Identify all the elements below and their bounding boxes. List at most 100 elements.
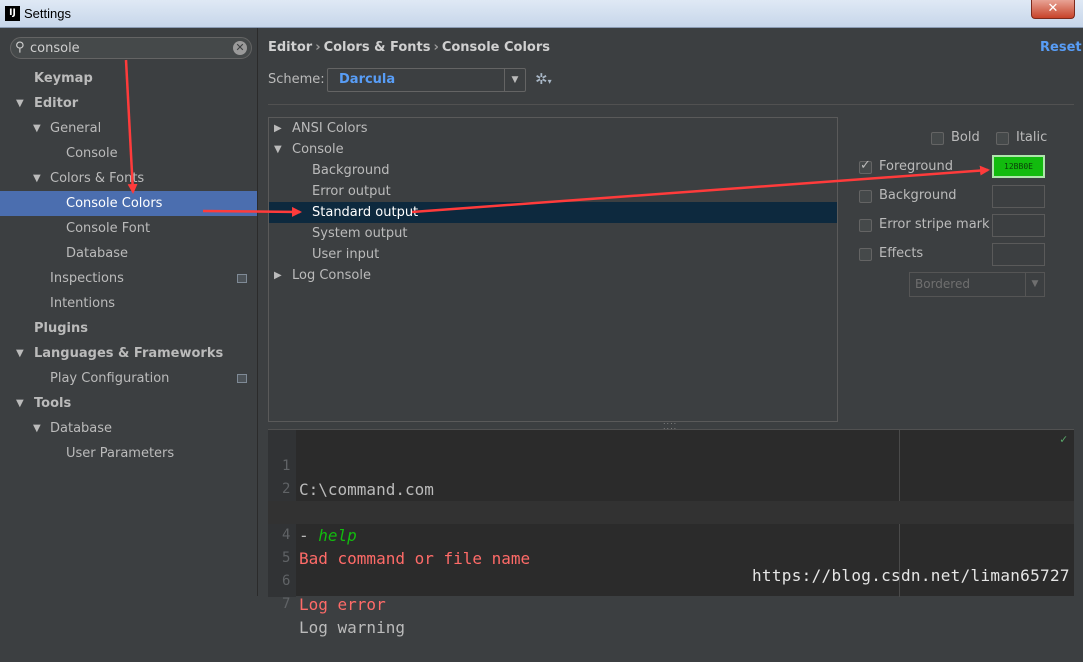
- gear-icon[interactable]: ✲▾: [535, 70, 552, 88]
- search-icon: ⚲: [15, 40, 25, 55]
- chevron-down-icon[interactable]: ▼: [1025, 273, 1044, 296]
- line-number: 7: [282, 596, 291, 612]
- tree-item-languages-frameworks[interactable]: ▼ Languages & Frameworks: [0, 341, 257, 366]
- error-stripe-label: Error stripe mark: [879, 217, 990, 232]
- tree-item-keymap[interactable]: Keymap: [0, 66, 257, 91]
- expand-arrow-icon[interactable]: ▼: [33, 416, 41, 441]
- code-line: 3 - help: [268, 478, 1074, 545]
- tree-item-label: Keymap: [34, 71, 93, 86]
- tree-item-label: Inspections: [50, 271, 124, 286]
- header-divider: [268, 104, 1074, 105]
- italic-checkbox[interactable]: [996, 132, 1009, 145]
- tree-item-label: General: [50, 121, 102, 136]
- option-console[interactable]: ▼ Console: [269, 139, 837, 160]
- tree-item-label: Plugins: [34, 321, 88, 336]
- option-label: Log Console: [292, 268, 371, 283]
- code-text: Log warning: [299, 618, 405, 637]
- breadcrumb-colors-fonts: Colors & Fonts: [323, 40, 431, 55]
- scheme-label: Scheme:: [268, 72, 325, 87]
- tree-item-label: Tools: [34, 396, 72, 411]
- option-system-output[interactable]: System output: [269, 223, 837, 244]
- expand-arrow-icon[interactable]: ▼: [33, 116, 41, 141]
- option-label: Console: [292, 142, 344, 157]
- italic-label: Italic: [1016, 130, 1048, 145]
- clear-search-icon[interactable]: ✕: [233, 41, 247, 55]
- tree-item-plugins[interactable]: Plugins: [0, 316, 257, 341]
- bold-label: Bold: [951, 130, 980, 145]
- option-log-console[interactable]: ▶ Log Console: [269, 265, 837, 286]
- code-line-current: 4 Bad command or file name: [268, 501, 1074, 568]
- expand-arrow-icon[interactable]: ▼: [16, 341, 24, 366]
- option-user-input[interactable]: User input: [269, 244, 837, 265]
- intellij-app-icon: IJ: [5, 6, 20, 21]
- bold-checkbox[interactable]: [931, 132, 944, 145]
- reset-link[interactable]: Reset: [1040, 40, 1082, 55]
- option-label: Standard output: [312, 205, 419, 220]
- tree-item-label: Database: [50, 421, 113, 436]
- tree-item-console[interactable]: Console: [0, 141, 257, 166]
- effects-type-select[interactable]: Bordered ▼: [909, 272, 1045, 297]
- chevron-down-icon[interactable]: ▼: [504, 69, 525, 91]
- window-close-button[interactable]: ✕: [1031, 0, 1075, 19]
- tree-item-intentions[interactable]: Intentions: [0, 291, 257, 316]
- settings-search-input[interactable]: [30, 39, 230, 57]
- breadcrumb-separator: ›: [433, 40, 439, 55]
- effects-label: Effects: [879, 246, 924, 261]
- tree-item-user-parameters[interactable]: User Parameters: [0, 441, 257, 466]
- foreground-checkbox[interactable]: [859, 158, 872, 174]
- window-title: Settings: [24, 6, 71, 21]
- option-label: User input: [312, 247, 380, 262]
- tree-item-label: Editor: [34, 96, 79, 111]
- tree-item-console-colors[interactable]: Console Colors: [0, 191, 257, 216]
- option-ansi-colors[interactable]: ▶ ANSI Colors: [269, 118, 837, 139]
- title-bar: IJ Settings ✕: [0, 0, 1083, 28]
- option-standard-output[interactable]: Standard output: [269, 202, 837, 223]
- tree-item-tools-database[interactable]: ▼ Database: [0, 416, 257, 441]
- tree-item-editor[interactable]: ▼ Editor: [0, 91, 257, 116]
- settings-search-box[interactable]: ⚲ ✕: [10, 37, 252, 59]
- breadcrumb-separator: ›: [315, 40, 321, 55]
- background-checkbox[interactable]: [859, 190, 872, 203]
- project-level-icon: [237, 374, 247, 383]
- tree-item-play-configuration[interactable]: Play Configuration: [0, 366, 257, 391]
- option-label: Background: [312, 163, 390, 178]
- tree-item-tools[interactable]: ▼ Tools: [0, 391, 257, 416]
- tree-item-label: Intentions: [50, 296, 116, 311]
- settings-sidebar: ⚲ ✕ Keymap ▼ Editor ▼ General Console ▼ …: [0, 28, 258, 596]
- background-color-swatch[interactable]: [992, 185, 1045, 208]
- error-stripe-checkbox[interactable]: [859, 219, 872, 232]
- tree-item-label: Languages & Frameworks: [34, 346, 224, 361]
- option-error-output[interactable]: Error output: [269, 181, 837, 202]
- tree-item-colors-fonts[interactable]: ▼ Colors & Fonts: [0, 166, 257, 191]
- tree-item-inspections[interactable]: Inspections: [0, 266, 257, 291]
- scheme-select[interactable]: Darcula ▼: [327, 68, 526, 92]
- expand-arrow-icon[interactable]: ▶: [274, 118, 282, 139]
- background-label: Background: [879, 188, 957, 203]
- expand-arrow-icon[interactable]: ▼: [16, 91, 24, 116]
- expand-arrow-icon[interactable]: ▼: [33, 166, 41, 191]
- project-level-icon: [237, 274, 247, 283]
- scheme-value: Darcula: [339, 72, 396, 87]
- watermark: https://blog.csdn.net/liman65727: [752, 566, 1070, 585]
- tree-item-console-font[interactable]: Console Font: [0, 216, 257, 241]
- option-label: System output: [312, 226, 408, 241]
- code-line: 2 - C:>: [268, 455, 1074, 522]
- effects-type-value: Bordered: [915, 277, 970, 291]
- option-label: Error output: [312, 184, 391, 199]
- tree-item-general[interactable]: ▼ General: [0, 116, 257, 141]
- effects-color-swatch[interactable]: [992, 243, 1045, 266]
- expand-arrow-icon[interactable]: ▼: [16, 391, 24, 416]
- error-stripe-color-swatch[interactable]: [992, 214, 1045, 237]
- tree-item-label: Database: [66, 246, 129, 261]
- expand-arrow-icon[interactable]: ▼: [274, 139, 282, 160]
- effects-checkbox[interactable]: [859, 248, 872, 261]
- expand-arrow-icon[interactable]: ▶: [274, 265, 282, 286]
- foreground-color-swatch[interactable]: 12BB0E: [992, 155, 1045, 178]
- tree-item-label: User Parameters: [66, 446, 175, 461]
- tree-item-label: Colors & Fonts: [50, 171, 145, 186]
- tree-item-label: Console Font: [66, 221, 151, 236]
- breadcrumb: Editor › Colors & Fonts › Console Colors: [268, 40, 550, 55]
- tree-item-database[interactable]: Database: [0, 241, 257, 266]
- option-background[interactable]: Background: [269, 160, 837, 181]
- foreground-label: Foreground: [879, 159, 954, 174]
